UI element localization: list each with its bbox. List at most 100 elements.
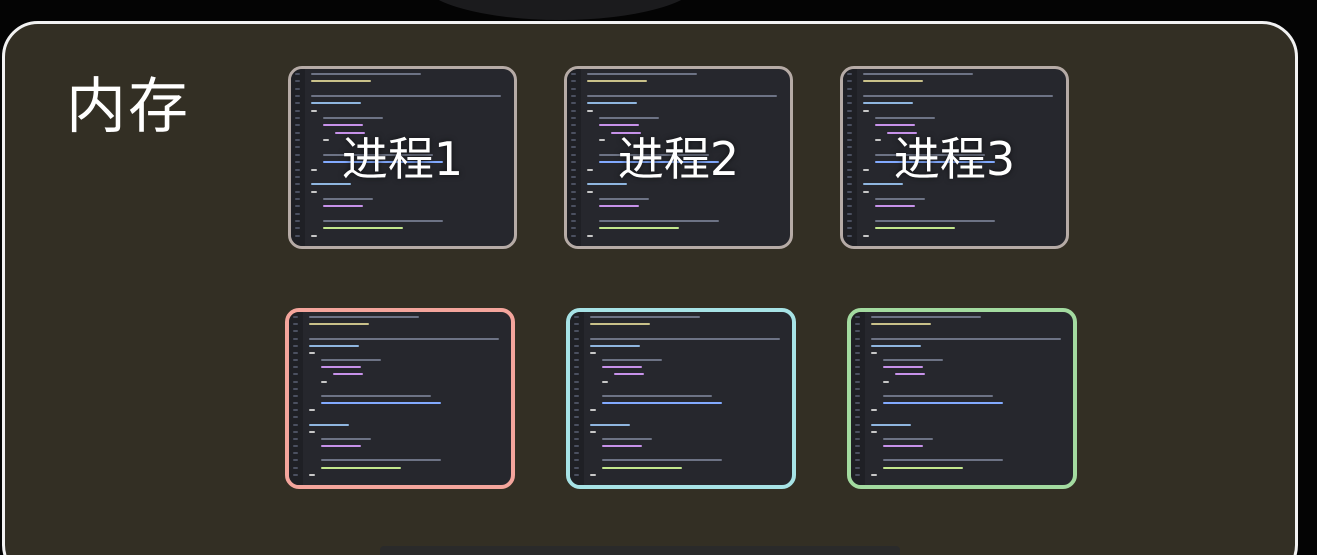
code-line-mark — [875, 227, 955, 230]
line-number-mark — [574, 323, 579, 326]
code-line-mark — [590, 316, 700, 318]
code-line-mark — [871, 351, 877, 354]
code-line-mark — [323, 219, 443, 222]
line-number-mark — [847, 212, 852, 215]
line-number-mark — [855, 351, 860, 354]
process-card-1: 进程1 — [288, 66, 517, 249]
code-line-mark — [590, 430, 596, 433]
line-number-mark — [295, 73, 300, 75]
code-line-mark — [311, 102, 361, 105]
line-number-mark — [847, 117, 852, 120]
line-number-mark — [855, 473, 860, 476]
code-line-mark — [599, 117, 659, 120]
code-line-mark — [321, 380, 327, 383]
line-number-mark — [855, 437, 860, 440]
code-line-mark — [871, 473, 877, 476]
code-line-mark — [883, 445, 923, 448]
line-number-mark — [293, 366, 298, 369]
cut-off-caption-decoration — [380, 546, 900, 555]
code-line-mark — [883, 466, 963, 469]
code-line-mark — [587, 102, 637, 105]
line-number-mark — [571, 219, 576, 222]
code-line-mark — [871, 409, 877, 412]
code-line-mark — [587, 73, 697, 75]
line-number-mark — [574, 466, 579, 469]
process-label-1: 进程1 — [341, 132, 464, 186]
code-line-mark — [590, 409, 596, 412]
line-number-mark — [293, 394, 298, 397]
line-number-mark — [293, 437, 298, 440]
code-line-mark — [614, 373, 644, 376]
code-line-mark — [321, 445, 361, 448]
code-line-mark — [602, 402, 722, 405]
code-line-mark — [863, 109, 869, 112]
code-line-mark — [587, 109, 593, 112]
code-line-mark — [321, 402, 441, 405]
code-line-mark — [599, 227, 679, 230]
code-line-mark — [883, 366, 923, 369]
line-number-mark — [574, 423, 579, 426]
line-number-mark — [574, 473, 579, 476]
line-number-mark — [293, 473, 298, 476]
line-number-mark — [295, 117, 300, 120]
memory-label: 内存 — [66, 72, 190, 142]
code-line-mark — [883, 437, 933, 440]
line-number-mark — [847, 109, 852, 112]
code-line-mark — [323, 197, 373, 200]
line-number-mark — [293, 466, 298, 469]
line-number-mark — [574, 437, 579, 440]
line-number-mark — [571, 205, 576, 208]
line-number-mark — [855, 466, 860, 469]
code-line-mark — [321, 459, 441, 462]
line-number-mark — [847, 95, 852, 98]
code-line-mark — [863, 234, 869, 237]
code-line-mark — [321, 394, 431, 397]
line-number-mark — [571, 109, 576, 112]
code-line-mark — [311, 95, 501, 98]
code-line-mark — [587, 234, 593, 237]
code-line-mark — [871, 430, 877, 433]
code-line-mark — [599, 124, 639, 127]
code-line-mark — [309, 409, 315, 412]
code-line-mark — [883, 359, 943, 362]
line-number-mark — [293, 359, 298, 362]
code-line-mark — [333, 373, 363, 376]
code-line-mark — [883, 459, 1003, 462]
code-line-mark — [587, 95, 777, 98]
line-number-mark — [293, 402, 298, 405]
line-number-mark — [855, 402, 860, 405]
line-number-mark — [855, 409, 860, 412]
line-number-mark — [574, 402, 579, 405]
line-number-mark — [847, 205, 852, 208]
code-line-mark — [602, 437, 652, 440]
line-number-mark — [855, 366, 860, 369]
line-number-mark — [295, 234, 300, 237]
process-card-2: 进程2 — [564, 66, 793, 249]
code-line-mark — [875, 117, 935, 120]
slide: 内存 进程1 进程2 进程3 — [0, 0, 1317, 555]
code-thumbnail — [570, 312, 792, 485]
line-number-mark — [293, 409, 298, 412]
code-line-mark — [875, 197, 925, 200]
line-number-mark — [855, 445, 860, 448]
code-line-mark — [309, 337, 499, 340]
line-number-mark — [574, 316, 579, 318]
line-number-mark — [295, 87, 300, 90]
code-line-mark — [309, 473, 315, 476]
code-line-mark — [883, 380, 889, 383]
line-number-mark — [847, 197, 852, 200]
code-line-mark — [863, 80, 923, 83]
line-number-mark — [574, 359, 579, 362]
code-line-mark — [895, 373, 925, 376]
line-number-mark — [855, 423, 860, 426]
code-line-mark — [871, 323, 931, 326]
line-number-mark — [571, 73, 576, 75]
code-line-mark — [863, 190, 869, 193]
line-number-mark — [855, 430, 860, 433]
line-number-mark — [855, 337, 860, 340]
line-number-mark — [574, 409, 579, 412]
code-line-mark — [602, 359, 662, 362]
line-number-mark — [571, 212, 576, 215]
line-number-mark — [847, 234, 852, 237]
code-line-mark — [309, 430, 315, 433]
